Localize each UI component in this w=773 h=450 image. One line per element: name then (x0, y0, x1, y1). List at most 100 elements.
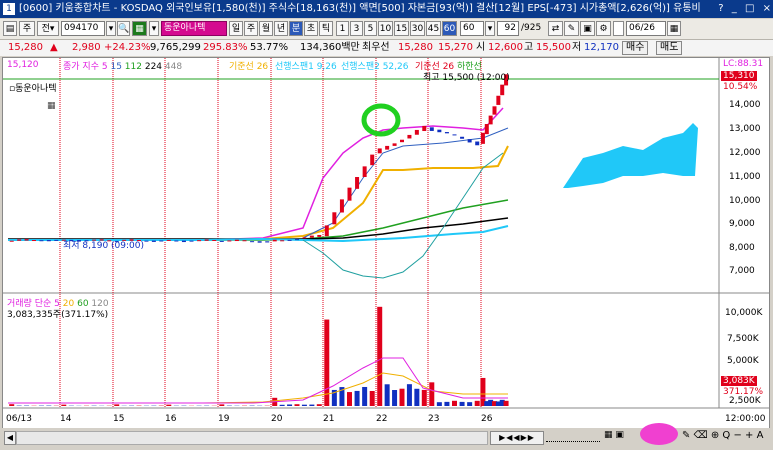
zoom-tools[interactable]: ✎ ⌫ ⊕ Q − + A (682, 430, 772, 442)
interval-5[interactable]: 5 (364, 21, 377, 36)
save-icon[interactable]: ▣ (580, 21, 595, 36)
scroll-left-button[interactable]: ◀ (4, 431, 16, 445)
candle (400, 139, 404, 143)
price-change: 2,980 (72, 42, 101, 53)
close-button[interactable]: × (763, 3, 771, 14)
calculator-icon[interactable]: ▦ (47, 101, 56, 111)
zoom-slider[interactable] (546, 431, 600, 442)
candle (54, 239, 59, 241)
interval-30[interactable]: 30 (410, 21, 425, 36)
yaxis-label: 12,000 (729, 148, 761, 158)
highlight-circle (361, 103, 401, 137)
candle (407, 134, 412, 139)
best-bid-label: 최우선 (362, 42, 390, 53)
chart-menu-icon[interactable]: ▤ (3, 21, 17, 36)
stock-name-field[interactable]: 동운아나텍 (161, 21, 227, 36)
candle (39, 240, 44, 242)
volume-bar (377, 306, 383, 406)
candle (496, 95, 501, 105)
interval-15[interactable]: 15 (394, 21, 409, 36)
volume-bar (474, 400, 480, 406)
yaxis-label: 7,000 (729, 266, 755, 276)
current-price: 15,280 (8, 42, 43, 53)
candle (480, 132, 485, 144)
xaxis-label: 22 (376, 414, 388, 424)
layout-icons[interactable]: ▦ ▣ (604, 430, 634, 442)
period-tick[interactable]: 틱 (319, 21, 333, 36)
candle (317, 234, 322, 237)
chart-tool-icon[interactable]: ✎ (564, 21, 579, 36)
date-checkbox[interactable] (613, 21, 624, 36)
compare-icon[interactable]: ⇄ (548, 21, 563, 36)
code-dropdown-button[interactable]: ▾ (106, 21, 116, 36)
playback-controls[interactable]: ▶◀◀▶▶ (490, 431, 544, 445)
maximize-button[interactable]: □ (745, 3, 754, 14)
minimize-button[interactable]: _ (732, 3, 737, 14)
period-year[interactable]: 년 (274, 21, 288, 36)
volume-bar (279, 404, 285, 406)
open-label: 시 (476, 42, 486, 53)
candle (17, 239, 22, 241)
scroll-track[interactable] (16, 431, 488, 445)
volume: 9,765,299 (150, 42, 201, 53)
period-minute[interactable]: 분 (289, 21, 303, 36)
volume-bar (384, 384, 390, 406)
candle (9, 240, 14, 242)
yaxis-label: 11,000 (729, 172, 761, 182)
chart-panel[interactable]: 15,120 ▫동운아나텍 종가 지수 5 15 112 224 448 기준선… (2, 57, 770, 430)
candle (332, 212, 337, 225)
legend-ma-15: 15 (110, 62, 122, 72)
candle (467, 139, 472, 143)
settings-icon[interactable]: ⚙ (596, 21, 611, 36)
buy-button[interactable]: 매수 (622, 41, 649, 55)
period-day[interactable]: 일 (229, 21, 243, 36)
interval-10[interactable]: 10 (378, 21, 393, 36)
candle (212, 239, 217, 241)
volume-bar (309, 404, 315, 406)
date-input[interactable]: 06/26 (626, 21, 666, 36)
volume-bar (369, 390, 375, 406)
vol-yaxis-label: 10,000K (725, 308, 763, 318)
volume-value: 3,083,335주(371.17%) (7, 310, 109, 320)
interval-dropdown[interactable]: ▾ (485, 21, 495, 36)
legend-ma-5: 5 (101, 62, 108, 72)
sell-button[interactable]: 매도 (656, 41, 683, 55)
candle (422, 125, 427, 132)
interval-60[interactable]: 60 (442, 21, 457, 36)
xaxis-label: 14 (60, 414, 72, 424)
period-second[interactable]: 초 (304, 21, 318, 36)
count-input[interactable]: 92 (497, 21, 519, 36)
ma-5-line (8, 107, 504, 241)
help-button[interactable]: ? (718, 3, 723, 14)
price-info-bar: 15,280 ▲ 2,980 +24.23% 9,765,299 295.83%… (0, 40, 773, 56)
interval-input[interactable]: 60 (460, 21, 484, 36)
grid-icon[interactable]: ▦ (132, 21, 147, 36)
calendar-icon[interactable]: ▦ (667, 21, 681, 36)
interval-1[interactable]: 1 (336, 21, 349, 36)
ma-green-line (8, 199, 509, 241)
search-icon[interactable]: 🔍 (117, 21, 130, 36)
view-dropdown-button[interactable]: ▾ (149, 21, 159, 36)
market-select[interactable]: 전▾ (37, 21, 59, 36)
up-arrow-icon: ▲ (50, 42, 58, 53)
period-week[interactable]: 주 (244, 21, 258, 36)
stock-code-input[interactable]: 094170 (61, 21, 105, 36)
legend-ma-448: 448 (164, 62, 183, 72)
candle (32, 240, 36, 242)
interval-3[interactable]: 3 (350, 21, 363, 36)
chart-toolbar: ▤ 주 전▾ 094170 ▾ 🔍 ▦ ▾ 동운아나텍 일 주 월 년 분 초 … (0, 19, 773, 40)
interval-45[interactable]: 45 (426, 21, 441, 36)
price-change-pct: +24.23% (104, 42, 151, 53)
period-month[interactable]: 월 (259, 21, 273, 36)
volume-bar (301, 404, 307, 406)
bottom-scrollbar: ◀ ▶◀◀▶▶ ▦ ▣ ✎ ⌫ ⊕ Q − + A (0, 423, 773, 450)
stock-type-button[interactable]: 주 (19, 21, 35, 36)
candle (181, 240, 186, 243)
volume-bar (287, 404, 293, 406)
candle (197, 240, 202, 242)
candle (437, 129, 442, 133)
candle (159, 240, 164, 242)
candle (347, 187, 352, 201)
candle (219, 240, 224, 242)
candle (392, 143, 397, 146)
